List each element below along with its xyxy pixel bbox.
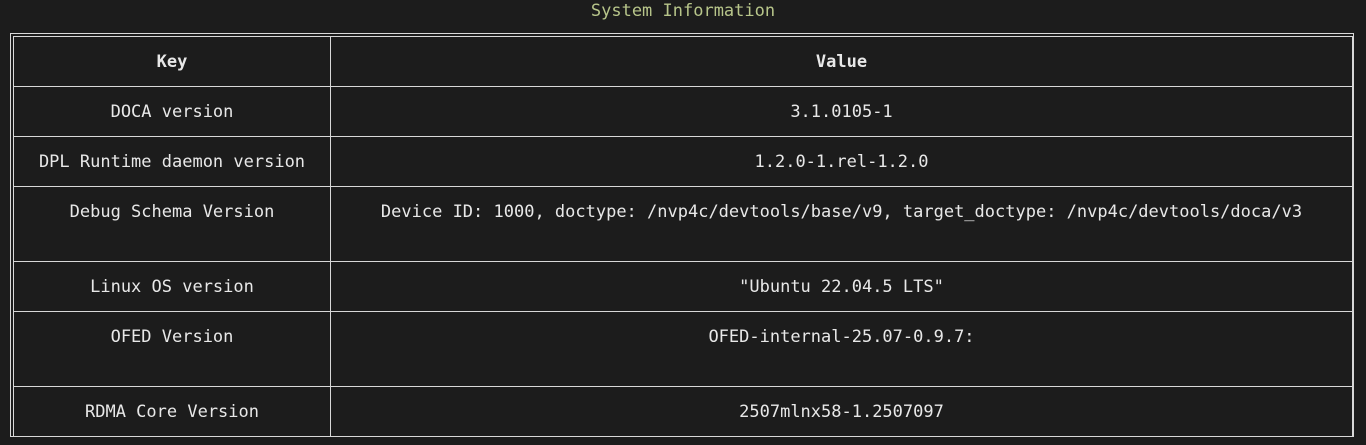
row-key: DOCA version [13,86,331,137]
header-key: Key [13,36,331,87]
row-value: 2507mlnx58-1.2507097 [330,386,1353,437]
row-key: OFED Version [13,311,331,387]
row-value: Device ID: 1000, doctype: /nvp4c/devtool… [330,186,1353,262]
row-key: RDMA Core Version [13,386,331,437]
table-row: Debug Schema Version Device ID: 1000, do… [13,186,1353,262]
row-value: 1.2.0-1.rel-1.2.0 [330,136,1353,187]
row-key: Linux OS version [13,261,331,312]
row-value: 3.1.0105-1 [330,86,1353,137]
page-title: System Information [590,1,776,21]
table-row: DPL Runtime daemon version 1.2.0-1.rel-1… [13,136,1353,187]
table-row: OFED Version OFED-internal-25.07-0.9.7: [13,311,1353,387]
row-key: DPL Runtime daemon version [13,136,331,187]
header-value: Value [330,36,1353,87]
row-value: "Ubuntu 22.04.5 LTS" [330,261,1353,312]
row-key: Debug Schema Version [13,186,331,262]
row-value: OFED-internal-25.07-0.9.7: [330,311,1353,387]
table-row: Linux OS version "Ubuntu 22.04.5 LTS" [13,261,1353,312]
table-row: DOCA version 3.1.0105-1 [13,86,1353,137]
table-header-row: Key Value [13,36,1353,87]
system-info-table: Key Value DOCA version 3.1.0105-1 DPL Ru… [13,36,1353,437]
table-row: RDMA Core Version 2507mlnx58-1.2507097 [13,386,1353,437]
